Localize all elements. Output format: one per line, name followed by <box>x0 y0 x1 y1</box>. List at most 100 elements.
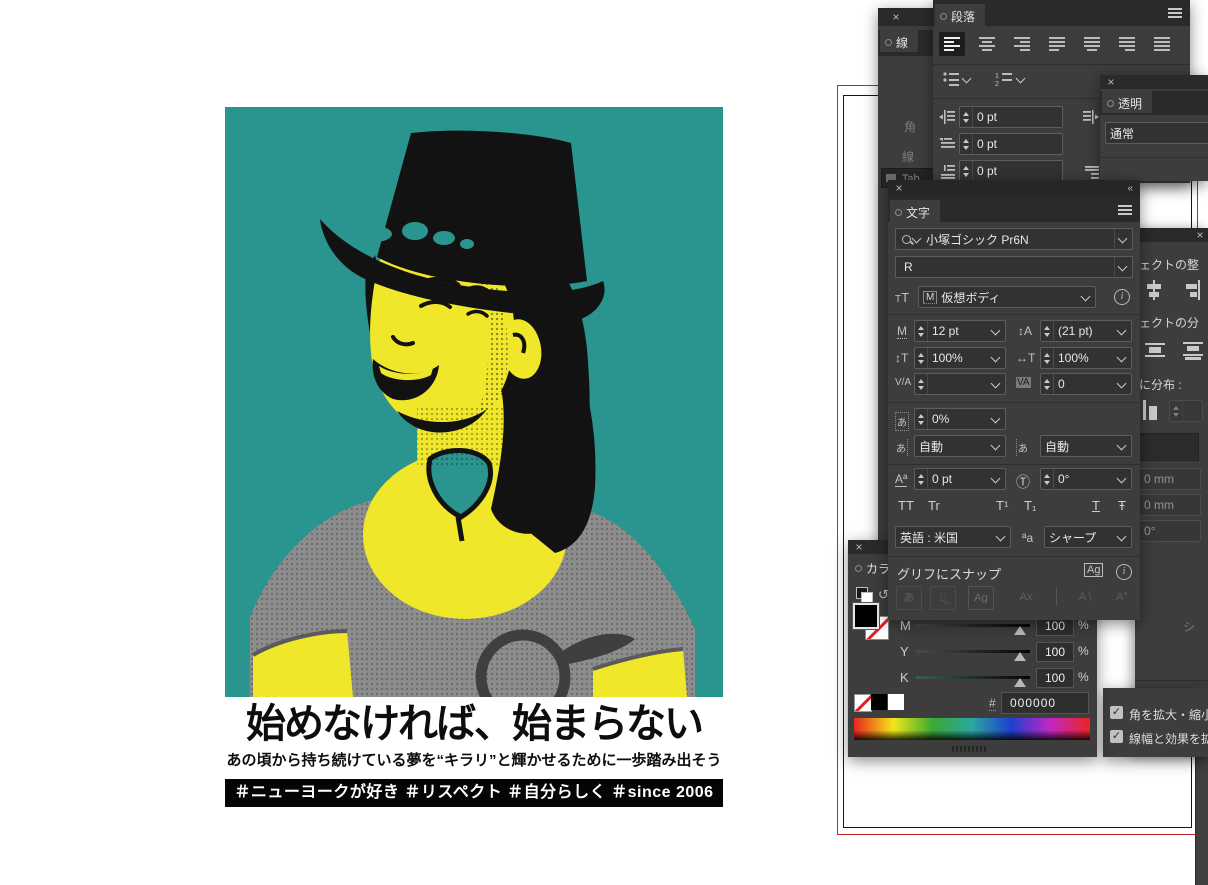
align-vcenter-button[interactable] <box>1145 280 1163 303</box>
font-style-select[interactable]: R <box>895 256 1133 278</box>
stepper[interactable] <box>960 134 973 154</box>
tab-stroke[interactable]: 線 <box>880 30 918 52</box>
stepper[interactable] <box>1041 321 1054 341</box>
slider-handle[interactable] <box>1014 678 1026 687</box>
tab-paragraph[interactable]: 段落 <box>935 4 985 26</box>
baseline-shift-field[interactable]: 0 pt <box>914 468 1006 490</box>
slider-handle[interactable] <box>1014 626 1026 635</box>
close-icon[interactable]: × <box>1194 229 1206 241</box>
first-line-indent-icon <box>939 138 955 152</box>
black-swatch[interactable] <box>871 694 887 710</box>
info-icon[interactable]: i <box>1116 564 1132 580</box>
snap-option-icon[interactable]: A∖ <box>1074 586 1098 608</box>
horizontal-scale-field[interactable]: 100% <box>1040 347 1132 369</box>
spacing-value-field[interactable] <box>1169 400 1203 422</box>
kerning-field[interactable] <box>914 373 1006 395</box>
chevron-down-icon <box>1117 440 1127 450</box>
font-size-field[interactable]: 12 pt <box>914 320 1006 342</box>
distribute-objects-label: ェクトの分 <box>1139 314 1199 331</box>
info-icon[interactable]: i <box>1114 289 1130 305</box>
kerning-icon: V/A <box>895 377 911 388</box>
snap-option-icon[interactable]: Ax <box>1014 586 1038 608</box>
vertical-scale-field[interactable]: 100% <box>914 347 1006 369</box>
subscript-button[interactable]: T₁ <box>1024 498 1036 513</box>
numbered-list-button[interactable]: 12 <box>995 72 1030 86</box>
stepper[interactable] <box>915 321 928 341</box>
black-value[interactable]: 100 <box>1036 668 1074 688</box>
snap-option-icon[interactable]: A° <box>1110 586 1134 608</box>
antialias-select[interactable]: シャープ <box>1044 526 1132 548</box>
aki-right-select[interactable]: 自動 <box>1040 435 1132 457</box>
snap-option-icon[interactable]: あ <box>896 586 922 610</box>
font-size-icon: M <box>897 324 907 339</box>
justify-last-right-button[interactable] <box>1114 32 1140 56</box>
color-spectrum[interactable] <box>854 718 1090 740</box>
leading-field[interactable]: (21 pt) <box>1040 320 1132 342</box>
close-icon[interactable]: × <box>853 541 865 553</box>
align-right-button[interactable] <box>1009 32 1035 56</box>
black-slider[interactable] <box>916 676 1030 679</box>
panel-menu-icon[interactable] <box>1168 8 1182 18</box>
yellow-slider[interactable] <box>916 650 1030 653</box>
white-swatch[interactable] <box>888 694 904 710</box>
close-icon[interactable]: × <box>890 11 902 23</box>
snap-option-icon[interactable]: Ag <box>968 586 994 610</box>
space-before-field[interactable]: 0 pt <box>959 160 1063 182</box>
yellow-value[interactable]: 100 <box>1036 642 1074 662</box>
scale-strokes-checkbox[interactable]: ✓ <box>1110 730 1123 743</box>
stepper[interactable] <box>1041 348 1054 368</box>
slider-handle[interactable] <box>1014 652 1026 661</box>
underline-button[interactable]: T <box>1092 498 1100 513</box>
justify-all-button[interactable] <box>1149 32 1175 56</box>
font-family-select[interactable]: 小塚ゴシック Pr6N <box>895 228 1133 250</box>
panel-resize-grip[interactable] <box>952 746 986 752</box>
stepper[interactable] <box>915 409 928 429</box>
snap-option-icon[interactable]: あ̲ <box>930 586 956 610</box>
language-select[interactable]: 英語 : 米国 <box>895 526 1011 548</box>
align-left-button[interactable] <box>939 32 965 56</box>
transform-options-panel: ✓ 角を拡大・縮小 ✓ 線幅と効果を拡大 <box>1103 688 1208 757</box>
tab-character[interactable]: 文字 <box>890 200 940 222</box>
strikethrough-button[interactable]: Ŧ <box>1118 498 1126 513</box>
panel-menu-icon[interactable] <box>1118 205 1132 215</box>
magenta-slider[interactable] <box>916 624 1030 627</box>
superscript-button[interactable]: T¹ <box>996 498 1008 513</box>
tsume-field[interactable]: 0% <box>914 408 1006 430</box>
close-icon[interactable]: × <box>1105 76 1117 88</box>
rotation-field[interactable]: 0° <box>1040 468 1132 490</box>
poster-artwork[interactable]: 始めなければ、始まらない あの頃から持ち続けている夢を“キラリ”と輝かせるために… <box>225 107 723 807</box>
all-caps-button[interactable]: TT <box>898 498 914 513</box>
stepper[interactable] <box>1041 374 1054 394</box>
none-swatch[interactable] <box>854 694 872 712</box>
hex-field[interactable]: 000000 <box>1001 692 1089 714</box>
distribute-spacing-button[interactable] <box>1143 400 1163 423</box>
justify-last-center-button[interactable] <box>1079 32 1105 56</box>
stepper[interactable] <box>960 161 973 181</box>
bullet-list-button[interactable] <box>943 72 976 86</box>
align-center-button[interactable] <box>974 32 1000 56</box>
small-caps-button[interactable]: Tr <box>928 498 940 513</box>
tracking-field[interactable]: 0 <box>1040 373 1132 395</box>
stepper[interactable] <box>915 374 928 394</box>
transform-y-field: 0 mm <box>1139 494 1201 516</box>
scale-corners-checkbox[interactable]: ✓ <box>1110 706 1123 719</box>
distribute-bottom-button[interactable] <box>1183 340 1203 363</box>
first-line-indent-field[interactable]: 0 pt <box>959 133 1063 155</box>
fill-swatch[interactable] <box>853 603 879 629</box>
distribute-vcenter-button[interactable] <box>1145 340 1165 363</box>
collapse-panel-icon[interactable]: « <box>1127 183 1132 194</box>
snap-ag-icon[interactable]: Ag <box>1084 563 1103 577</box>
chevron-down-icon <box>1016 73 1026 83</box>
em-box-select[interactable]: M 仮想ボディ <box>918 286 1096 308</box>
blend-mode-select[interactable]: 通常 <box>1105 122 1208 144</box>
align-right-edge-button[interactable] <box>1183 280 1201 303</box>
stepper[interactable] <box>1041 469 1054 489</box>
left-indent-field[interactable]: 0 pt <box>959 106 1063 128</box>
aki-left-select[interactable]: 自動 <box>914 435 1006 457</box>
close-icon[interactable]: × <box>893 182 905 194</box>
stepper[interactable] <box>915 469 928 489</box>
justify-last-left-button[interactable] <box>1044 32 1070 56</box>
stepper[interactable] <box>960 107 973 127</box>
stepper[interactable] <box>915 348 928 368</box>
tab-transparency[interactable]: 透明 <box>1102 91 1152 113</box>
